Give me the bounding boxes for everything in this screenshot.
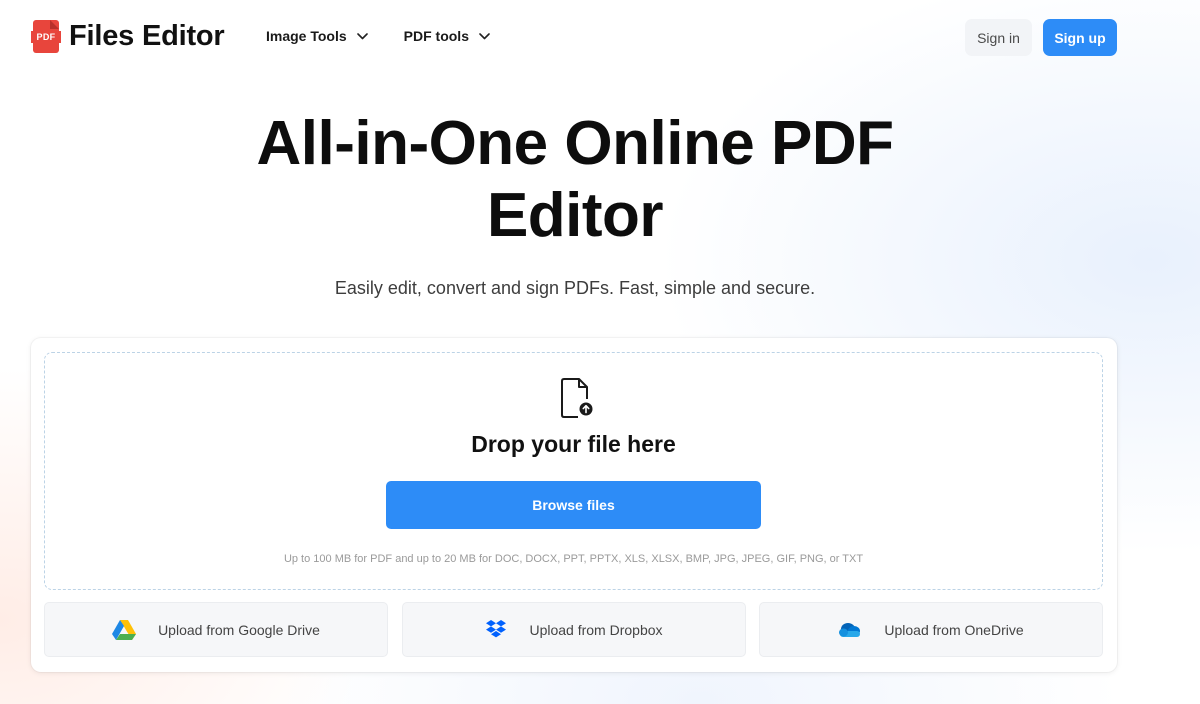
upload-google-drive-button[interactable]: Upload from Google Drive [44, 602, 388, 657]
page-title-line-1: All-in-One Online PDF [256, 109, 894, 178]
nav-pdf-tools[interactable]: PDF tools [404, 28, 490, 44]
site-header: PDF Files Editor Image Tools PDF tools S… [0, 0, 1200, 76]
dropbox-icon [485, 619, 507, 640]
upload-dropbox-button[interactable]: Upload from Dropbox [402, 602, 746, 657]
upload-limits-text: Up to 100 MB for PDF and up to 20 MB for… [283, 553, 864, 565]
file-dropzone[interactable]: Drop your file here Browse files Up to 1… [44, 352, 1103, 590]
nav-image-tools[interactable]: Image Tools [266, 28, 368, 44]
upload-onedrive-label: Upload from OneDrive [884, 621, 1024, 638]
page-subtitle: Easily edit, convert and sign PDFs. Fast… [334, 278, 816, 298]
page-title: All-in-One Online PDF Editor [200, 108, 950, 252]
upload-onedrive-button[interactable]: Upload from OneDrive [759, 602, 1103, 657]
google-drive-icon [112, 619, 137, 641]
drop-title: Drop your file here [471, 431, 676, 457]
onedrive-icon [838, 622, 862, 638]
chevron-down-icon [479, 32, 490, 39]
file-upload-icon [561, 378, 593, 418]
browse-files-button[interactable]: Browse files [386, 481, 761, 529]
nav-image-tools-label: Image Tools [266, 28, 347, 44]
upload-google-drive-label: Upload from Google Drive [158, 621, 320, 638]
chevron-down-icon [356, 32, 368, 39]
brand-name: Files Editor [69, 20, 225, 52]
pdf-logo-icon: PDF [31, 20, 61, 53]
upload-dropbox-label: Upload from Dropbox [529, 621, 663, 638]
page-title-line-2: Editor [486, 181, 664, 250]
sign-in-button[interactable]: Sign in [965, 19, 1032, 56]
upload-sources: Upload from Google Drive Upload from Dro… [44, 602, 1103, 657]
brand-logo[interactable]: PDF Files Editor [31, 20, 225, 53]
upload-card: Drop your file here Browse files Up to 1… [31, 338, 1117, 672]
sign-up-button[interactable]: Sign up [1043, 19, 1117, 56]
main-nav: Image Tools PDF tools [266, 28, 526, 44]
nav-pdf-tools-label: PDF tools [403, 28, 469, 44]
